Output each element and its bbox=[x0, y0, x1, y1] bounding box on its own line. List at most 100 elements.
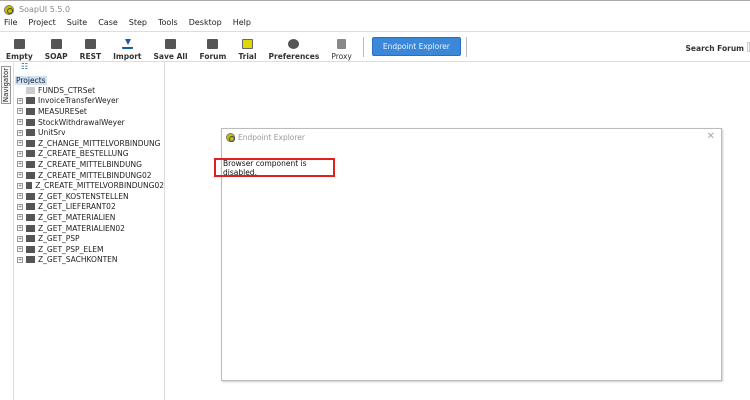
expand-icon[interactable]: + bbox=[17, 193, 23, 200]
menu-help[interactable]: Help bbox=[233, 18, 251, 31]
tree-item[interactable]: + StockWithdrawalWeyer bbox=[14, 117, 164, 128]
menu-project[interactable]: Project bbox=[28, 18, 55, 31]
tree-item-label: Z_GET_LIEFERANT02 bbox=[38, 202, 116, 212]
expand-icon[interactable]: + bbox=[17, 108, 23, 115]
tree-item-label: Z_CREATE_BESTELLUNG bbox=[38, 149, 129, 159]
tree-item[interactable]: + Z_CREATE_BESTELLUNG bbox=[14, 149, 164, 160]
empty-label: Empty bbox=[6, 51, 33, 61]
folder-icon bbox=[26, 245, 35, 253]
tree-item-label: FUNDS_CTRSet bbox=[38, 85, 96, 95]
expand-icon[interactable]: + bbox=[17, 246, 23, 253]
navigator-tab[interactable]: Navigator bbox=[1, 66, 11, 104]
tree-root-projects[interactable]: Projects bbox=[15, 76, 47, 85]
search-forum-label: Search Forum bbox=[685, 44, 744, 53]
proxy-label: Proxy bbox=[331, 51, 352, 61]
expand-icon[interactable]: + bbox=[17, 225, 23, 232]
expand-icon[interactable]: + bbox=[17, 150, 23, 157]
tree-item-label: InvoiceTransferWeyer bbox=[38, 96, 119, 106]
endpoint-explorer-button[interactable]: Endpoint Explorer bbox=[371, 37, 461, 56]
expand-icon[interactable]: + bbox=[17, 119, 23, 126]
menu-bar: File Project Suite Case Step Tools Desktop Help bbox=[0, 18, 750, 32]
forum-label: Forum bbox=[199, 51, 227, 61]
rest-label: REST bbox=[79, 51, 102, 61]
expand-icon[interactable]: + bbox=[17, 182, 23, 189]
menu-step[interactable]: Step bbox=[129, 18, 147, 31]
endpoint-explorer-dialog: Endpoint Explorer ✕ Browser component is… bbox=[214, 128, 722, 381]
folder-icon bbox=[26, 118, 35, 126]
tree-item-label: Z_GET_KOSTENSTELLEN bbox=[38, 191, 129, 201]
soap-icon bbox=[50, 38, 62, 49]
expand-icon[interactable]: + bbox=[17, 235, 23, 242]
proxy-button[interactable]: Proxy bbox=[325, 33, 358, 61]
folder-icon bbox=[26, 171, 35, 179]
import-label: Import bbox=[113, 51, 142, 61]
tree-item[interactable]: + Z_GET_PSP bbox=[14, 233, 164, 244]
soap-label: SOAP bbox=[44, 51, 68, 61]
folder-icon bbox=[26, 86, 35, 94]
expand-icon[interactable]: + bbox=[17, 203, 23, 210]
save-all-button[interactable]: Save All bbox=[148, 33, 194, 61]
expand-icon[interactable]: + bbox=[17, 97, 23, 104]
expand-icon[interactable]: + bbox=[17, 172, 23, 179]
folder-icon bbox=[26, 97, 35, 105]
menu-case[interactable]: Case bbox=[98, 18, 118, 31]
soapui-logo-icon bbox=[4, 4, 14, 15]
navigator-tab-label: Navigator bbox=[2, 67, 11, 103]
preferences-button[interactable]: Preferences bbox=[263, 33, 326, 61]
tree-item[interactable]: + InvoiceTransferWeyer bbox=[14, 96, 164, 107]
folder-icon bbox=[26, 160, 35, 168]
folder-icon bbox=[26, 182, 33, 190]
tree-item-label: Z_GET_SACHKONTEN bbox=[38, 255, 118, 265]
tree-item-label: Z_CREATE_MITTELVORBINDUNG02 bbox=[35, 181, 164, 191]
expand-icon[interactable]: + bbox=[17, 129, 23, 136]
title-bar: SoapUI 5.5.0 bbox=[0, 0, 750, 18]
tree-item-label: Z_GET_MATERIALIEN02 bbox=[38, 223, 125, 233]
folder-icon bbox=[26, 256, 35, 264]
menu-file[interactable]: File bbox=[4, 18, 17, 31]
rest-button[interactable]: REST bbox=[74, 33, 107, 61]
expand-icon[interactable]: + bbox=[17, 256, 23, 263]
tree-item[interactable]: + Z_CREATE_MITTELVORBINDUNG02 bbox=[14, 180, 164, 191]
tree-item-label: Z_CREATE_MITTELBINDUNG bbox=[38, 159, 142, 169]
soap-button[interactable]: SOAP bbox=[39, 33, 74, 61]
forum-button[interactable]: Forum bbox=[194, 33, 233, 61]
menu-tools[interactable]: Tools bbox=[158, 18, 178, 31]
trial-button[interactable]: Trial bbox=[232, 33, 262, 61]
tree-item[interactable]: + Z_GET_MATERIALIEN02 bbox=[14, 223, 164, 234]
tree-item[interactable]: FUNDS_CTRSet bbox=[14, 85, 164, 96]
empty-project-icon bbox=[13, 38, 25, 49]
tree-item[interactable]: + Z_GET_SACHKONTEN bbox=[14, 255, 164, 266]
tree-item[interactable]: + Z_CREATE_MITTELBINDUNG bbox=[14, 159, 164, 170]
tree-item-label: StockWithdrawalWeyer bbox=[38, 117, 125, 127]
preferences-label: Preferences bbox=[268, 51, 320, 61]
tree-item[interactable]: + Z_GET_PSP_ELEM bbox=[14, 244, 164, 255]
import-button[interactable]: Import bbox=[107, 33, 147, 61]
menu-suite[interactable]: Suite bbox=[67, 18, 87, 31]
tree-item[interactable]: + Z_GET_KOSTENSTELLEN bbox=[14, 191, 164, 202]
tree-item[interactable]: + UnitSrv bbox=[14, 127, 164, 138]
close-icon[interactable]: ✕ bbox=[707, 131, 715, 142]
dialog-title: Endpoint Explorer bbox=[238, 132, 305, 142]
tree-item[interactable]: + Z_CREATE_MITTELBINDUNG02 bbox=[14, 170, 164, 181]
tree-item-label: Z_CHANGE_MITTELVORBINDUNG bbox=[38, 138, 161, 148]
tree-item[interactable]: + Z_GET_LIEFERANT02 bbox=[14, 202, 164, 213]
tree-item-label: MEASURESet bbox=[38, 106, 87, 116]
tree-view-icon[interactable]: ☷ bbox=[14, 62, 164, 75]
tree-item[interactable]: + Z_GET_MATERIALIEN bbox=[14, 212, 164, 223]
menu-desktop[interactable]: Desktop bbox=[189, 18, 222, 31]
expand-icon[interactable]: + bbox=[17, 140, 23, 147]
window-title: SoapUI 5.5.0 bbox=[19, 5, 71, 14]
message-text: Browser component is disabled. bbox=[223, 158, 307, 177]
tree-item[interactable]: + MEASURESet bbox=[14, 106, 164, 117]
folder-icon bbox=[26, 129, 35, 137]
tree-item-label: UnitSrv bbox=[38, 128, 66, 138]
tree-item[interactable]: + Z_CHANGE_MITTELVORBINDUNG bbox=[14, 138, 164, 149]
tree-item-label: Z_CREATE_MITTELBINDUNG02 bbox=[38, 170, 152, 180]
forum-icon bbox=[207, 38, 219, 49]
folder-icon bbox=[26, 150, 35, 158]
empty-button[interactable]: Empty bbox=[0, 33, 39, 61]
import-icon bbox=[121, 38, 133, 49]
expand-icon[interactable]: + bbox=[17, 214, 23, 221]
expand-icon[interactable]: + bbox=[17, 161, 23, 168]
rest-icon bbox=[84, 38, 96, 49]
